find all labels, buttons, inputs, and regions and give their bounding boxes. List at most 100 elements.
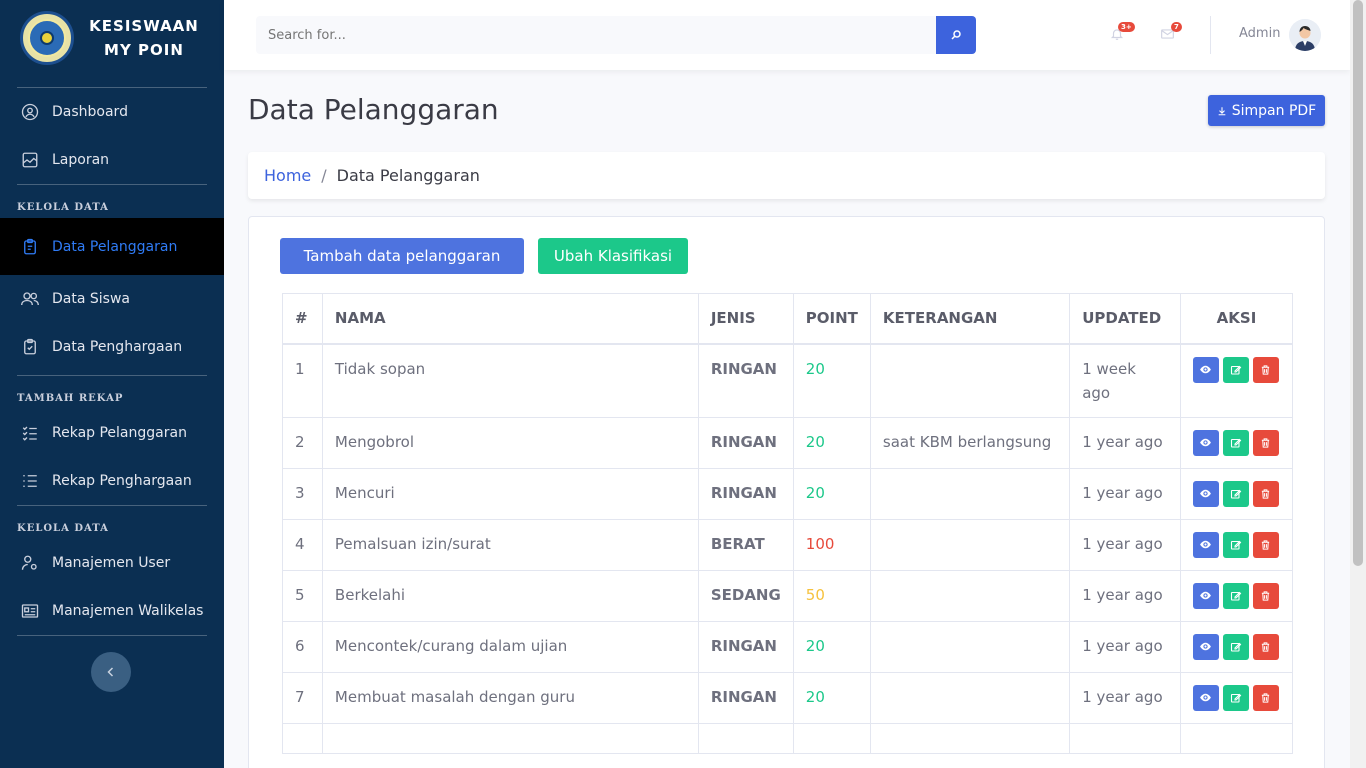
cell-updated: 1 year ago: [1069, 569, 1181, 622]
edit-button[interactable]: [1222, 633, 1249, 660]
cell-aksi: [1179, 343, 1294, 418]
delete-button[interactable]: [1252, 356, 1279, 383]
cell-point: 20: [792, 467, 871, 520]
clipboard-check-icon: [20, 337, 40, 357]
sidebar-item-dashboard[interactable]: Dashboard: [0, 88, 224, 136]
cell-no: 3: [282, 467, 323, 520]
trash-icon: [1262, 488, 1270, 499]
download-icon: [1218, 106, 1226, 115]
edit-icon: [1230, 438, 1242, 448]
edit-button[interactable]: [1222, 684, 1249, 711]
col-header-keterangan[interactable]: KETERANGAN: [869, 293, 1071, 345]
eye-icon: [1200, 365, 1212, 374]
user-name[interactable]: Admin: [1239, 26, 1280, 41]
view-button[interactable]: [1192, 582, 1219, 609]
add-violation-button[interactable]: Tambah data pelanggaran: [280, 238, 524, 274]
sidebar-heading: TAMBAH REKAP: [17, 393, 124, 404]
brand-line1: KESISWAAN: [89, 17, 199, 35]
cell-no: [282, 722, 323, 754]
view-button[interactable]: [1192, 531, 1219, 558]
breadcrumb-current: Data Pelanggaran: [336, 166, 480, 185]
page-title: Data Pelanggaran: [248, 93, 499, 126]
messages-button[interactable]: 7: [1160, 22, 1182, 44]
delete-button[interactable]: [1252, 633, 1279, 660]
search-button[interactable]: [936, 16, 976, 54]
sidebar-item-rekap-penghargaan[interactable]: Rekap Penghargaan: [0, 457, 224, 505]
trash-icon: [1262, 364, 1270, 375]
eye-icon: [1200, 540, 1212, 549]
edit-button[interactable]: [1222, 356, 1249, 383]
cell-nama: Mencontek/curang dalam ujian: [321, 620, 699, 673]
view-button[interactable]: [1192, 356, 1219, 383]
edit-button[interactable]: [1222, 429, 1249, 456]
cell-no: 1: [282, 343, 323, 418]
sidebar-item-label: Rekap Penghargaan: [52, 473, 192, 489]
cell-keterangan: [869, 518, 1071, 571]
sidebar-item-data-siswa[interactable]: Data Siswa: [0, 275, 224, 323]
cell-updated: 1 year ago: [1069, 467, 1181, 520]
save-pdf-button[interactable]: Simpan PDF: [1208, 95, 1325, 126]
sidebar-item-label: Manajemen Walikelas: [52, 603, 204, 619]
sidebar-toggle-button[interactable]: [91, 652, 131, 692]
sidebar-item-label: Data Siswa: [52, 291, 130, 307]
delete-button[interactable]: [1252, 684, 1279, 711]
cell-keterangan: [869, 467, 1071, 520]
delete-button[interactable]: [1252, 582, 1279, 609]
cell-aksi: [1179, 569, 1294, 622]
edit-button[interactable]: [1222, 480, 1249, 507]
col-header-point[interactable]: POINT: [792, 293, 871, 345]
avatar-icon: [1289, 19, 1321, 51]
sidebar-item-data-penghargaan[interactable]: Data Penghargaan: [0, 323, 224, 371]
sidebar-item-label: Data Penghargaan: [52, 339, 183, 355]
breadcrumb: Home / Data Pelanggaran: [248, 152, 1325, 199]
clipboard-icon: [20, 237, 40, 257]
table-row: 3 Mencuri RINGAN 20 1 year ago: [282, 467, 1294, 520]
edit-button[interactable]: [1222, 582, 1249, 609]
cell-updated: 1 year ago: [1069, 518, 1181, 571]
search-bar: [256, 16, 976, 54]
sidebar-divider: [17, 635, 207, 636]
sidebar-item-manajemen-walikelas[interactable]: Manajemen Walikelas: [0, 587, 224, 635]
cell-jenis: BERAT: [697, 518, 794, 571]
cell-jenis: RINGAN: [697, 671, 794, 724]
sidebar-heading: KELOLA DATA: [17, 523, 109, 534]
user-settings-icon: [20, 553, 40, 573]
delete-button[interactable]: [1252, 531, 1279, 558]
view-button[interactable]: [1192, 633, 1219, 660]
search-input[interactable]: [256, 16, 936, 54]
cell-keterangan: [869, 671, 1071, 724]
view-button[interactable]: [1192, 429, 1219, 456]
col-header-no[interactable]: #: [282, 293, 323, 345]
eye-icon: [1200, 642, 1212, 651]
cell-updated: 1 week ago: [1069, 343, 1181, 418]
cell-jenis: RINGAN: [697, 416, 794, 469]
col-header-updated[interactable]: UPDATED: [1069, 293, 1181, 345]
page-scrollbar[interactable]: [1350, 0, 1366, 768]
trash-icon: [1262, 437, 1270, 448]
edit-classification-button[interactable]: Ubah Klasifikasi: [538, 238, 688, 274]
cell-point: 20: [792, 671, 871, 724]
delete-button[interactable]: [1252, 480, 1279, 507]
col-header-nama[interactable]: NAMA: [321, 293, 699, 345]
cell-point: 20: [792, 343, 871, 418]
violations-table: # NAMA JENIS POINT KETERANGAN UPDATED AK…: [282, 293, 1294, 754]
view-button[interactable]: [1192, 480, 1219, 507]
cell-updated: 1 year ago: [1069, 620, 1181, 673]
alerts-button[interactable]: 3+: [1110, 22, 1135, 44]
sidebar-item-manajemen-user[interactable]: Manajemen User: [0, 539, 224, 587]
sidebar-item-rekap-pelanggaran[interactable]: Rekap Pelanggaran: [0, 409, 224, 457]
breadcrumb-home-link[interactable]: Home: [264, 166, 311, 185]
view-button[interactable]: [1192, 684, 1219, 711]
scrollbar-thumb[interactable]: [1353, 0, 1363, 566]
edit-button[interactable]: [1222, 531, 1249, 558]
delete-button[interactable]: [1252, 429, 1279, 456]
avatar[interactable]: [1289, 19, 1321, 51]
sidebar-item-laporan[interactable]: Laporan: [0, 136, 224, 184]
col-header-jenis[interactable]: JENIS: [697, 293, 794, 345]
sidebar-item-data-pelanggaran[interactable]: Data Pelanggaran: [0, 218, 224, 275]
brand[interactable]: KESISWAAN MY POIN: [0, 0, 224, 76]
cell-no: 5: [282, 569, 323, 622]
cell-point: 20: [792, 416, 871, 469]
cell-keterangan: saat KBM berlangsung: [869, 416, 1071, 469]
cell-no: 7: [282, 671, 323, 724]
